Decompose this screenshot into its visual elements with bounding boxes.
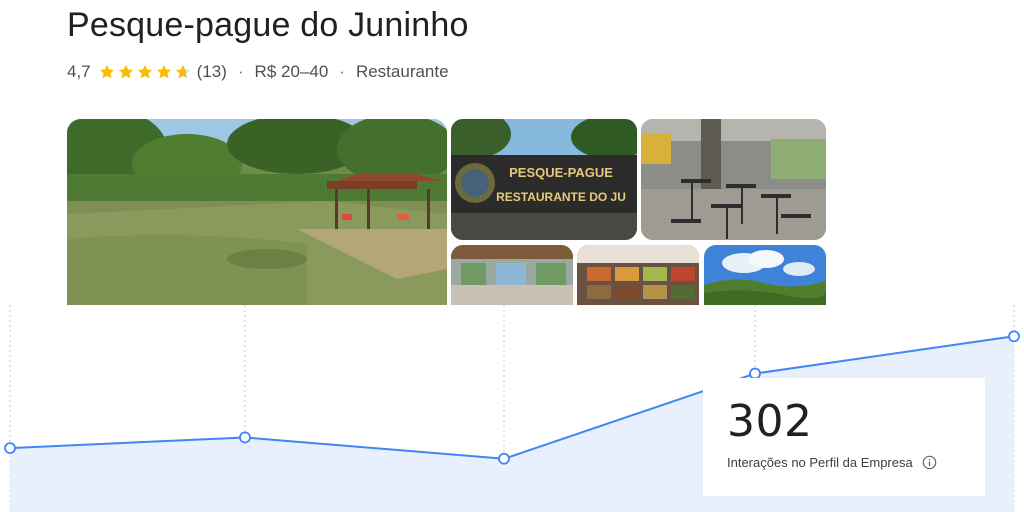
interactions-label-row: Interações no Perfil da Empresa	[727, 455, 937, 470]
photo-buffet-icon[interactable]	[577, 245, 699, 305]
data-point[interactable]	[1008, 330, 1020, 343]
photo-sky-trees-icon[interactable]	[704, 245, 826, 305]
svg-text:RESTAURANTE DO JU: RESTAURANTE DO JU	[496, 190, 626, 204]
photo-restaurant-sign-icon[interactable]: PESQUE-PAGUE RESTAURANTE DO JU	[451, 119, 637, 240]
photo-lake-kiosk-icon[interactable]	[67, 119, 447, 305]
separator: ·	[339, 62, 345, 81]
interactions-value: 302	[727, 396, 813, 447]
star-icon	[175, 64, 190, 79]
stat-card[interactable]: 302 Interações no Perfil da Empresa	[703, 378, 985, 496]
data-point[interactable]	[239, 431, 251, 444]
star-icon	[118, 64, 133, 79]
rating-stars[interactable]	[98, 63, 193, 81]
review-count[interactable]: (13)	[197, 62, 227, 82]
photo-interior-icon[interactable]	[451, 245, 573, 305]
business-meta: 4,7 (13) · R$ 20–40 · Restaurante	[67, 61, 449, 83]
price-range: R$ 20–40	[254, 62, 329, 81]
photo-dining-terrace-icon[interactable]	[641, 119, 826, 240]
svg-text:PESQUE-PAGUE: PESQUE-PAGUE	[509, 165, 613, 180]
data-point[interactable]	[4, 442, 16, 455]
photo-gallery: PESQUE-PAGUE RESTAURANTE DO JU	[67, 119, 827, 305]
separator: ·	[237, 62, 244, 81]
business-category[interactable]: Restaurante	[356, 62, 449, 82]
data-point[interactable]	[498, 452, 510, 465]
business-name: Pesque-pague do Juninho	[67, 6, 469, 44]
info-icon[interactable]	[922, 455, 937, 470]
rating-value: 4,7	[67, 62, 91, 81]
star-icon	[99, 64, 114, 79]
star-icon	[156, 64, 171, 79]
star-icon	[137, 64, 152, 79]
interactions-label: Interações no Perfil da Empresa	[727, 455, 913, 470]
